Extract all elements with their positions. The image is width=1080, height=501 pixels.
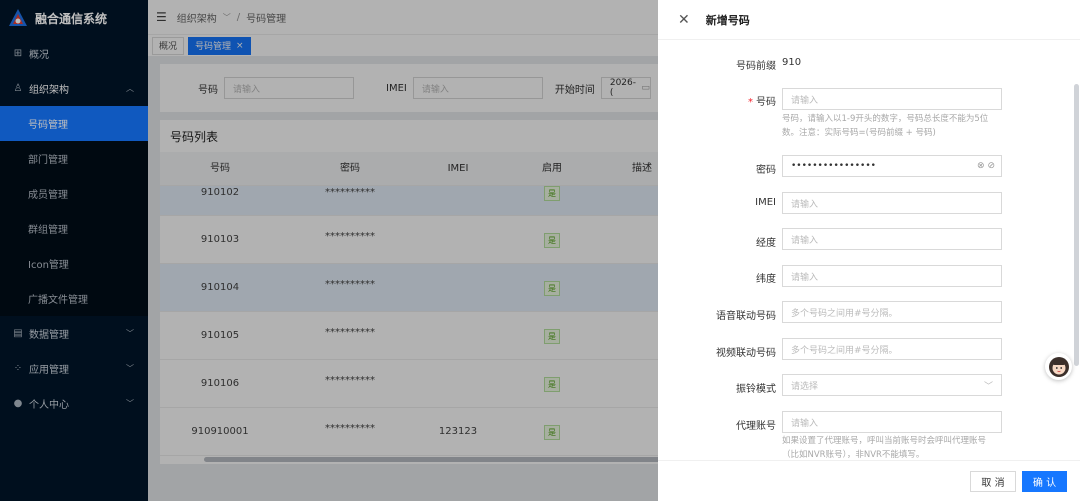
vertical-scrollbar[interactable] bbox=[1074, 84, 1079, 366]
drawer-footer: 取 消 确 认 bbox=[658, 460, 1080, 501]
cancel-button[interactable]: 取 消 bbox=[970, 471, 1016, 492]
label-text: 号码 bbox=[756, 97, 776, 108]
field-label-ring-mode: 振铃模式 bbox=[736, 384, 776, 395]
password-value: •••••••••••••••• bbox=[791, 161, 876, 171]
field-label-proxy: 代理账号 bbox=[736, 421, 776, 432]
field-label-password: 密码 bbox=[756, 165, 776, 176]
field-label-video-link: 视频联动号码 bbox=[716, 348, 776, 359]
proxy-help-text: 如果设置了代理账号，呼叫当前账号时会呼叫代理账号（比如NVR账号），非NVR不能… bbox=[782, 436, 987, 460]
password-toggle-icons: ⊗ ⊘ bbox=[977, 161, 995, 171]
field-label-number: * 号码 bbox=[748, 93, 776, 108]
field-label-longitude: 经度 bbox=[756, 238, 776, 249]
clear-icon[interactable]: ⊗ bbox=[977, 161, 985, 171]
required-mark: * bbox=[748, 97, 753, 108]
confirm-button[interactable]: 确 认 bbox=[1022, 471, 1067, 492]
video-link-input[interactable]: 多个号码之间用#号分隔。 bbox=[782, 338, 1002, 360]
drawer-form: 号码前缀 910 * 号码 请输入 号码，请输入以1-9开头的数字，号码总长度不能… bbox=[658, 40, 1080, 460]
latitude-input[interactable]: 请输入 bbox=[782, 265, 1002, 287]
number-input[interactable]: 请输入 bbox=[782, 88, 1002, 110]
drawer-overlay[interactable] bbox=[148, 0, 658, 501]
proxy-input[interactable]: 请输入 bbox=[782, 411, 1002, 433]
voice-link-input[interactable]: 多个号码之间用#号分隔。 bbox=[782, 301, 1002, 323]
longitude-input[interactable]: 请输入 bbox=[782, 228, 1002, 250]
avatar-icon bbox=[1048, 356, 1069, 377]
drawer-header: ✕ 新增号码 bbox=[658, 0, 1080, 40]
drawer-title: 新增号码 bbox=[705, 13, 750, 27]
password-input[interactable]: •••••••••••••••• ⊗ ⊘ bbox=[782, 155, 1002, 177]
close-icon[interactable]: ✕ bbox=[678, 12, 690, 28]
assistant-avatar[interactable] bbox=[1045, 353, 1072, 380]
eye-off-icon[interactable]: ⊘ bbox=[987, 161, 995, 171]
add-number-drawer: ✕ 新增号码 号码前缀 910 * 号码 请输入 号码，请输入以1-9开头的数字，… bbox=[658, 0, 1080, 501]
field-label-voice-link: 语音联动号码 bbox=[716, 311, 776, 322]
field-label-imei: IMEI bbox=[755, 197, 776, 208]
imei-input[interactable]: 请输入 bbox=[782, 192, 1002, 214]
chevron-down-icon: ﹀ bbox=[983, 381, 993, 392]
field-label-latitude: 纬度 bbox=[756, 274, 776, 285]
number-help-text: 号码，请输入以1-9开头的数字，号码总长度不能为5位数。注意：实际号码=(号码前… bbox=[782, 114, 989, 138]
prefix-value: 910 bbox=[782, 57, 802, 68]
field-label-prefix: 号码前缀 bbox=[736, 61, 776, 72]
ring-mode-select[interactable]: 请选择 ﹀ bbox=[782, 374, 1002, 396]
ring-mode-placeholder: 请选择 bbox=[791, 381, 819, 392]
sidebar-overlay bbox=[0, 0, 148, 501]
